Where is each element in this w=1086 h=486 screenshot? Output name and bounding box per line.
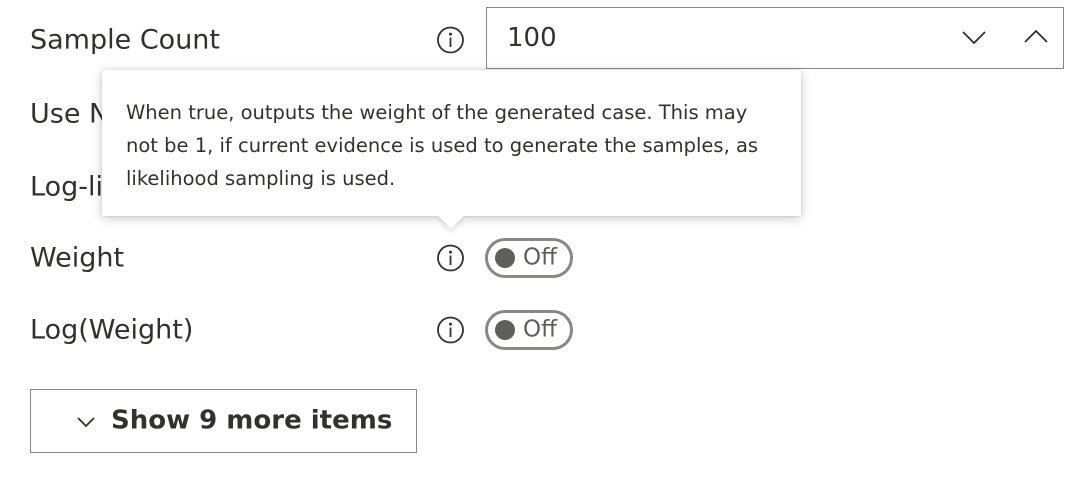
weight-toggle[interactable]: Off	[485, 238, 573, 278]
info-icon[interactable]	[436, 244, 465, 273]
weight-row: Weight Off	[0, 228, 1086, 288]
chevron-up-icon[interactable]	[1021, 22, 1051, 52]
log-weight-toggle-state: Off	[523, 316, 557, 343]
info-icon[interactable]	[436, 316, 465, 345]
use-n-label: Use N	[30, 98, 110, 130]
chevron-down-icon	[75, 411, 97, 433]
log-likelihood-label: Log-li	[30, 171, 103, 203]
toggle-knob	[495, 248, 515, 268]
sample-count-value[interactable]: 100	[507, 23, 557, 53]
weight-label: Weight	[30, 242, 125, 274]
chevron-down-icon[interactable]	[959, 22, 989, 52]
weight-toggle-state: Off	[523, 244, 557, 271]
tooltip-text: When true, outputs the weight of the gen…	[126, 101, 759, 190]
show-more-button[interactable]: Show 9 more items	[30, 389, 417, 453]
toggle-knob	[495, 320, 515, 340]
tooltip-beak	[438, 203, 464, 229]
show-more-label: Show 9 more items	[111, 405, 393, 436]
sample-count-spinbox[interactable]: 100	[486, 7, 1064, 69]
info-tooltip: When true, outputs the weight of the gen…	[102, 70, 801, 229]
log-weight-row: Log(Weight) Off	[0, 300, 1086, 360]
log-weight-label: Log(Weight)	[30, 314, 194, 346]
sample-count-label: Sample Count	[30, 24, 221, 56]
info-icon[interactable]	[436, 26, 465, 55]
log-weight-toggle[interactable]: Off	[485, 310, 573, 350]
